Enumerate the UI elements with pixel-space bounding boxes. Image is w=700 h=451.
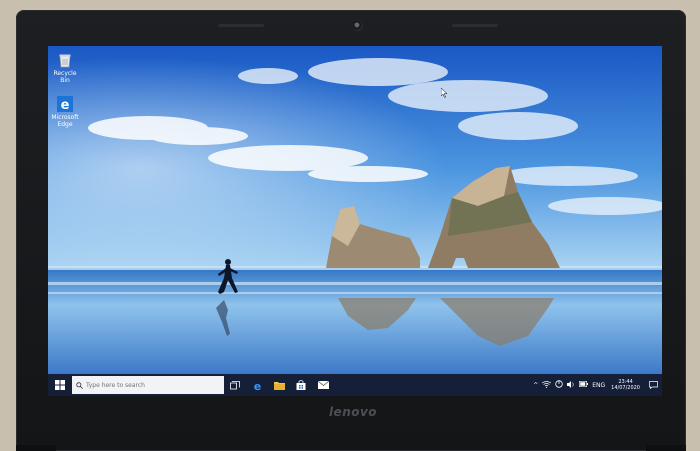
store-button[interactable]: [290, 374, 312, 396]
network-icon[interactable]: [542, 380, 552, 390]
search-input[interactable]: [83, 381, 216, 389]
brand-logo: lenovo: [328, 405, 378, 419]
edge-label: Microsoft Edge: [51, 114, 79, 128]
recycle-bin-shortcut[interactable]: Recycle Bin: [48, 52, 82, 84]
edge-shortcut[interactable]: e Microsoft Edge: [48, 96, 82, 128]
folder-icon: [273, 381, 285, 390]
file-explorer-button[interactable]: [268, 374, 290, 396]
system-tray: ^ ENG 23:44 14/07/2020: [531, 374, 662, 396]
svg-text:e: e: [253, 380, 260, 391]
action-center-button[interactable]: [644, 374, 662, 396]
language-indicator[interactable]: ENG: [592, 382, 605, 389]
battery-icon[interactable]: [579, 381, 589, 389]
search-icon: [76, 381, 83, 389]
recycle-bin-label: Recycle Bin: [53, 70, 77, 84]
taskbar-search-box[interactable]: [72, 376, 224, 394]
task-view-button[interactable]: [224, 374, 246, 396]
speaker-grille-right: [452, 24, 498, 27]
edge-icon: e: [57, 96, 73, 113]
speaker-grille-left: [218, 24, 264, 27]
store-bag-icon: [296, 380, 306, 390]
clock-date: 14/07/2020: [611, 385, 640, 391]
recycle-bin-icon: [57, 52, 73, 68]
hinge-right: [646, 445, 686, 451]
task-view-icon: [230, 380, 240, 389]
mouse-cursor-icon: [441, 88, 448, 98]
webcam: [352, 20, 363, 31]
taskbar: e ^: [48, 374, 662, 396]
power-icon[interactable]: [555, 380, 563, 390]
mail-button[interactable]: [312, 374, 334, 396]
screen: Recycle Bin e Microsoft Edge Type here t…: [48, 46, 662, 396]
edge-taskbar-button[interactable]: e: [246, 374, 268, 396]
chevron-up-icon[interactable]: ^: [533, 382, 538, 389]
volume-icon[interactable]: [567, 380, 575, 390]
mail-envelope-icon: [317, 381, 329, 389]
desktop-wallpaper: [48, 46, 662, 374]
taskbar-clock[interactable]: 23:44 14/07/2020: [611, 379, 640, 391]
start-button[interactable]: [48, 374, 72, 396]
edge-browser-icon: e: [253, 380, 260, 391]
svg-text:e: e: [61, 98, 70, 112]
notifications-icon: [648, 381, 658, 389]
hinge-left: [16, 445, 56, 451]
windows-logo-icon: [55, 380, 65, 390]
